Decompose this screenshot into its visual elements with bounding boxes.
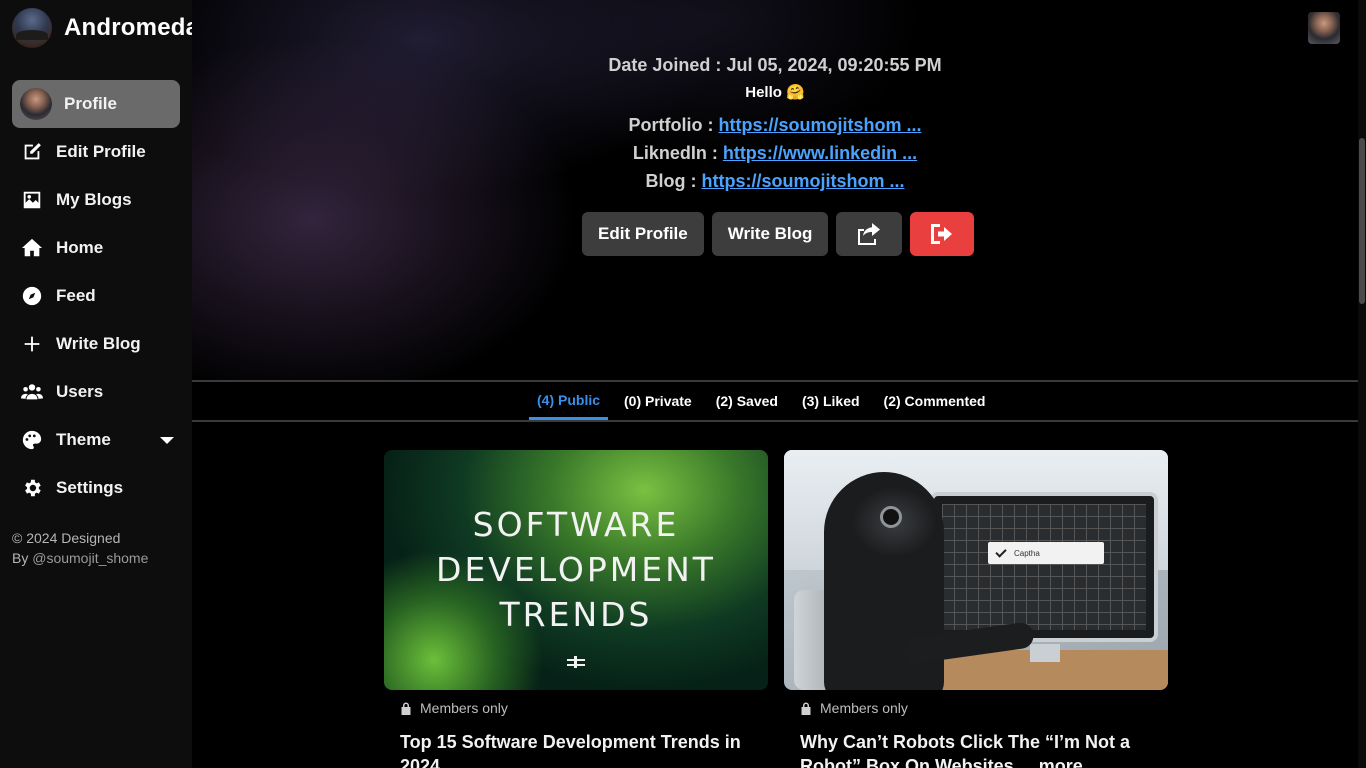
date-joined-label: Date Joined : (608, 55, 727, 75)
blog-card-title[interactable]: Why Can’t Robots Click The “I’m Not a Ro… (784, 730, 1168, 768)
main-content: Date Joined : Jul 05, 2024, 09:20:55 PM … (192, 0, 1358, 768)
footer-note: © 2024 Designed By @soumojit_shome (12, 528, 148, 568)
portfolio-label: Portfolio : (628, 115, 719, 135)
tab-saved[interactable]: (2) Saved (708, 382, 786, 420)
logo-mark-icon (567, 656, 585, 668)
image-monitor-stand (1030, 644, 1060, 662)
image-title: SOFTWARE DEVELOPMENT TRENDS (384, 502, 768, 637)
blog-label: Blog : (645, 171, 702, 191)
sidebar: Andromeda Profile Edit Profile My Blogs … (0, 0, 199, 768)
portfolio-link-row: Portfolio : https://soumojitshom ... (192, 115, 1358, 136)
blog-card-image[interactable]: SOFTWARE DEVELOPMENT TRENDS (384, 450, 768, 690)
blog-card-image[interactable]: Captha (784, 450, 1168, 690)
users-icon (20, 380, 44, 404)
image-monitor: Captha (930, 492, 1158, 642)
image-captcha-box: Captha (988, 542, 1104, 564)
read-more-link[interactable]: ... more (1014, 756, 1083, 768)
avatar (20, 88, 52, 120)
sidebar-item-profile[interactable]: Profile (12, 80, 180, 128)
sidebar-item-label: Write Blog (56, 334, 141, 353)
members-only-label: Members only (420, 700, 508, 716)
blog-link[interactable]: https://soumojitshom ... (702, 171, 905, 191)
lock-icon (400, 702, 412, 715)
linkedin-label: LiknedIn : (632, 143, 723, 163)
sidebar-item-label: Profile (64, 94, 117, 113)
linkedin-link-row: LiknedIn : https://www.linkedin ... (192, 143, 1358, 164)
logout-icon (931, 224, 953, 244)
sidebar-item-label: My Blogs (56, 190, 132, 209)
edit-profile-button[interactable]: Edit Profile (582, 212, 704, 256)
home-icon (20, 236, 44, 260)
brand-name: Andromeda (64, 14, 200, 41)
sidebar-item-label: Edit Profile (56, 142, 146, 161)
blog-card-title[interactable]: Top 15 Software Development Trends in 20… (384, 730, 768, 768)
tab-public[interactable]: (4) Public (529, 382, 609, 420)
plus-icon (20, 332, 44, 356)
palette-icon (20, 428, 44, 452)
sidebar-item-label: Home (56, 238, 104, 257)
blog-card[interactable]: SOFTWARE DEVELOPMENT TRENDS Members only… (384, 450, 768, 768)
members-only-badge: Members only (384, 700, 768, 716)
gear-icon (20, 476, 44, 500)
sidebar-item-label: Users (56, 382, 104, 401)
members-only-badge: Members only (784, 700, 1168, 716)
date-joined-value: Jul 05, 2024, 09:20:55 PM (726, 55, 942, 75)
sidebar-item-label: Settings (56, 478, 124, 497)
compass-icon (20, 284, 44, 308)
scrollbar-thumb[interactable] (1359, 138, 1365, 304)
profile-bio: Hello 🤗 (745, 84, 805, 101)
footer-copyright: © 2024 Designed (12, 530, 121, 546)
profile-hero: Date Joined : Jul 05, 2024, 09:20:55 PM … (192, 0, 1358, 380)
sidebar-item-label: Feed (56, 286, 96, 305)
sidebar-item-my-blogs[interactable]: My Blogs (12, 176, 180, 224)
image-title-line: TRENDS (499, 595, 653, 634)
tab-liked[interactable]: (3) Liked (794, 382, 868, 420)
footer-by: By (12, 550, 33, 566)
sidebar-nav: Profile Edit Profile My Blogs Home Feed (12, 80, 180, 512)
checkmark-icon (995, 545, 1007, 558)
members-only-label: Members only (820, 700, 908, 716)
footer-credit: By @soumojit_shome (12, 548, 148, 568)
blog-link-row: Blog : https://soumojitshom ... (192, 171, 1358, 192)
image-robot-eye (880, 506, 902, 528)
sidebar-item-home[interactable]: Home (12, 224, 180, 272)
sidebar-item-write-blog[interactable]: Write Blog (12, 320, 180, 368)
tab-commented[interactable]: (2) Commented (876, 382, 994, 420)
brand-logo (12, 8, 52, 48)
sidebar-item-settings[interactable]: Settings (12, 464, 180, 512)
sidebar-item-theme[interactable]: Theme (12, 416, 180, 464)
share-icon (858, 223, 881, 245)
logout-button[interactable] (910, 212, 975, 256)
edit-icon (20, 140, 44, 164)
image-captcha-text: Captha (1014, 548, 1040, 558)
image-monitor-screen: Captha (942, 504, 1146, 630)
sidebar-item-users[interactable]: Users (12, 368, 180, 416)
chevron-down-icon[interactable] (160, 436, 174, 444)
blog-tabs: (4) Public (0) Private (2) Saved (3) Lik… (529, 382, 1001, 420)
blog-tabs-bar: (4) Public (0) Private (2) Saved (3) Lik… (192, 380, 1358, 422)
image-icon (20, 188, 44, 212)
sidebar-item-feed[interactable]: Feed (12, 272, 180, 320)
date-joined: Date Joined : Jul 05, 2024, 09:20:55 PM (192, 55, 1358, 76)
profile-actions: Edit Profile Write Blog (582, 212, 975, 256)
sidebar-item-edit-profile[interactable]: Edit Profile (12, 128, 180, 176)
brand[interactable]: Andromeda (12, 8, 199, 48)
user-avatar[interactable] (1308, 12, 1340, 44)
write-blog-button[interactable]: Write Blog (711, 212, 829, 256)
sidebar-item-label: Theme (56, 430, 111, 449)
scrollbar[interactable] (1358, 0, 1366, 768)
linkedin-link[interactable]: https://www.linkedin ... (723, 143, 917, 163)
image-title-line: DEVELOPMENT (436, 550, 716, 589)
tab-private[interactable]: (0) Private (616, 382, 700, 420)
blog-card[interactable]: Captha Members only Why Can’t Robots Cli… (784, 450, 1168, 768)
footer-handle[interactable]: @soumojit_shome (32, 550, 148, 566)
share-button[interactable] (836, 212, 903, 256)
lock-icon (800, 702, 812, 715)
portfolio-link[interactable]: https://soumojitshom ... (718, 115, 921, 135)
image-title-line: SOFTWARE (472, 505, 680, 544)
